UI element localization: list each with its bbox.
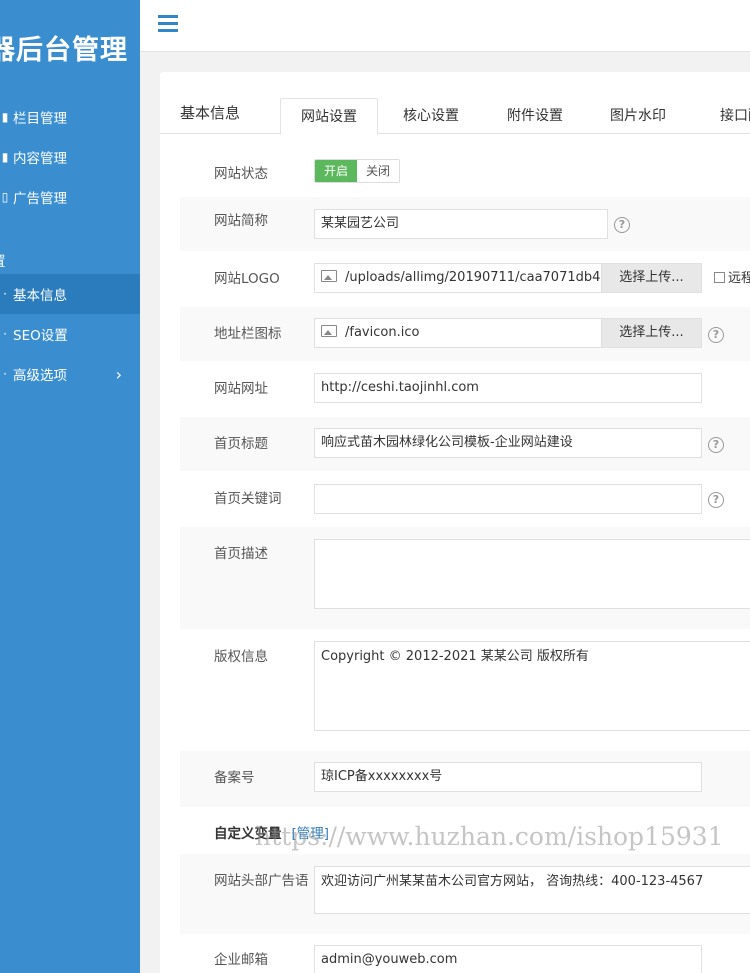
sidebar-item-seo[interactable]: · SEO设置 — [0, 314, 140, 354]
switch-on-button[interactable]: 开启 — [315, 160, 357, 182]
row-icp: 备案号 琼ICP备xxxxxxxx号 — [180, 751, 750, 807]
site-name-input[interactable]: 某某园艺公司 — [314, 209, 608, 239]
icp-label: 备案号 — [214, 770, 255, 786]
chevron-right-icon: › — [115, 364, 122, 384]
manage-link[interactable]: [管理] — [292, 826, 330, 842]
favicon-upload-button[interactable]: 选择上传... — [601, 319, 701, 347]
site-logo-input[interactable]: /uploads/allimg/20190711/caa7071db4d9 选择… — [314, 263, 702, 293]
image-icon — [321, 270, 337, 282]
site-url-label: 网站网址 — [214, 381, 268, 397]
tab-bar: 基本信息 网站设置 核心设置 附件设置 图片水印 接口配 — [160, 98, 750, 135]
row-copyright: 版权信息 Copyright © 2012-2021 某某公司 版权所有 — [180, 630, 750, 750]
copyright-label: 版权信息 — [214, 649, 268, 665]
header-ad-textarea[interactable]: 欢迎访问广州某某苗木公司官方网站， 咨询热线：400-123-4567 — [314, 866, 750, 914]
row-home-keywords: 首页关键词 ? — [180, 472, 750, 526]
home-keywords-input[interactable] — [314, 484, 702, 514]
tab-core-settings[interactable]: 核心设置 — [382, 98, 480, 134]
site-status-label: 网站状态 — [214, 166, 268, 182]
row-favicon: 地址栏图标 /favicon.ico 选择上传... ? — [180, 307, 750, 361]
logo-upload-button[interactable]: 选择上传... — [601, 264, 701, 292]
site-logo-label: 网站LOGO — [214, 271, 280, 287]
help-icon[interactable]: ? — [708, 327, 724, 343]
home-description-label: 首页描述 — [214, 546, 268, 562]
hamburger-icon[interactable] — [158, 15, 178, 33]
row-site-logo: 网站LOGO /uploads/allimg/20190711/caa7071d… — [180, 252, 750, 306]
switch-off-button[interactable]: 关闭 — [357, 160, 399, 182]
custom-vars-heading: 自定义变量 [管理] — [214, 826, 330, 842]
sidebar-item-columns[interactable]: ▮ 栏目管理 — [0, 97, 140, 137]
tab-site-settings[interactable]: 网站设置 — [280, 98, 378, 135]
panel-title: 基本信息 — [180, 104, 241, 122]
sidebar: 器后台管理 ▮ 栏目管理 ▮ 内容管理 ▯ 广告管理 置 · 基本信息 · SE… — [0, 0, 140, 973]
checkbox-icon[interactable] — [714, 272, 725, 283]
row-site-url: 网站网址 http://ceshi.taojinhl.com — [180, 362, 750, 416]
dot-icon: · — [3, 327, 7, 341]
dot-icon: · — [3, 367, 7, 381]
help-icon[interactable]: ? — [708, 437, 724, 453]
remote-checkbox[interactable]: 远程 — [714, 267, 750, 286]
home-title-label: 首页标题 — [214, 436, 268, 452]
copyright-textarea[interactable]: Copyright © 2012-2021 某某公司 版权所有 — [314, 641, 750, 731]
icp-input[interactable]: 琼ICP备xxxxxxxx号 — [314, 762, 702, 792]
row-site-name: 网站简称 某某园艺公司 ? — [180, 197, 750, 251]
favicon-label: 地址栏图标 — [214, 326, 282, 342]
brand-title: 器后台管理 — [0, 35, 128, 66]
site-status-switch[interactable]: 开启 关闭 — [314, 159, 400, 183]
row-header-ad: 网站头部广告语 欢迎访问广州某某苗木公司官方网站， 咨询热线：400-123-4… — [180, 854, 750, 934]
header-ad-label: 网站头部广告语 — [214, 873, 309, 889]
image-icon — [321, 325, 337, 337]
home-description-textarea[interactable] — [314, 539, 750, 609]
row-email: 企业邮箱 admin@youweb.com — [180, 935, 750, 973]
email-input[interactable]: admin@youweb.com — [314, 945, 702, 973]
row-home-description: 首页描述 — [180, 527, 750, 629]
top-bar — [140, 0, 750, 52]
sidebar-group-settings[interactable]: 置 — [0, 250, 6, 270]
dot-icon: · — [3, 287, 7, 301]
home-title-input[interactable]: 响应式苗木园林绿化公司模板-企业网站建设 — [314, 428, 702, 458]
sidebar-item-basic-info[interactable]: · 基本信息 — [0, 274, 140, 314]
site-name-label: 网站简称 — [214, 213, 268, 229]
favicon-input[interactable]: /favicon.ico 选择上传... — [314, 318, 702, 348]
tab-attachment-settings[interactable]: 附件设置 — [486, 98, 584, 134]
home-keywords-label: 首页关键词 — [214, 491, 282, 507]
tab-image-watermark[interactable]: 图片水印 — [589, 98, 687, 134]
sidebar-item-content[interactable]: ▮ 内容管理 — [0, 137, 140, 177]
tab-api-config[interactable]: 接口配 — [692, 98, 750, 134]
row-site-status: 网站状态 开启 关闭 — [180, 150, 750, 196]
sidebar-item-advanced[interactable]: · 高级选项 › — [0, 354, 140, 394]
row-home-title: 首页标题 响应式苗木园林绿化公司模板-企业网站建设 ? — [180, 417, 750, 471]
doc-icon: ▮ — [1, 150, 9, 164]
grid-icon: ▮ — [1, 110, 9, 124]
email-label: 企业邮箱 — [214, 952, 268, 968]
site-url-input[interactable]: http://ceshi.taojinhl.com — [314, 373, 702, 403]
help-icon[interactable]: ? — [614, 217, 630, 233]
help-icon[interactable]: ? — [708, 492, 724, 508]
sidebar-item-ads[interactable]: ▯ 广告管理 — [0, 177, 140, 217]
ad-icon: ▯ — [1, 190, 9, 204]
